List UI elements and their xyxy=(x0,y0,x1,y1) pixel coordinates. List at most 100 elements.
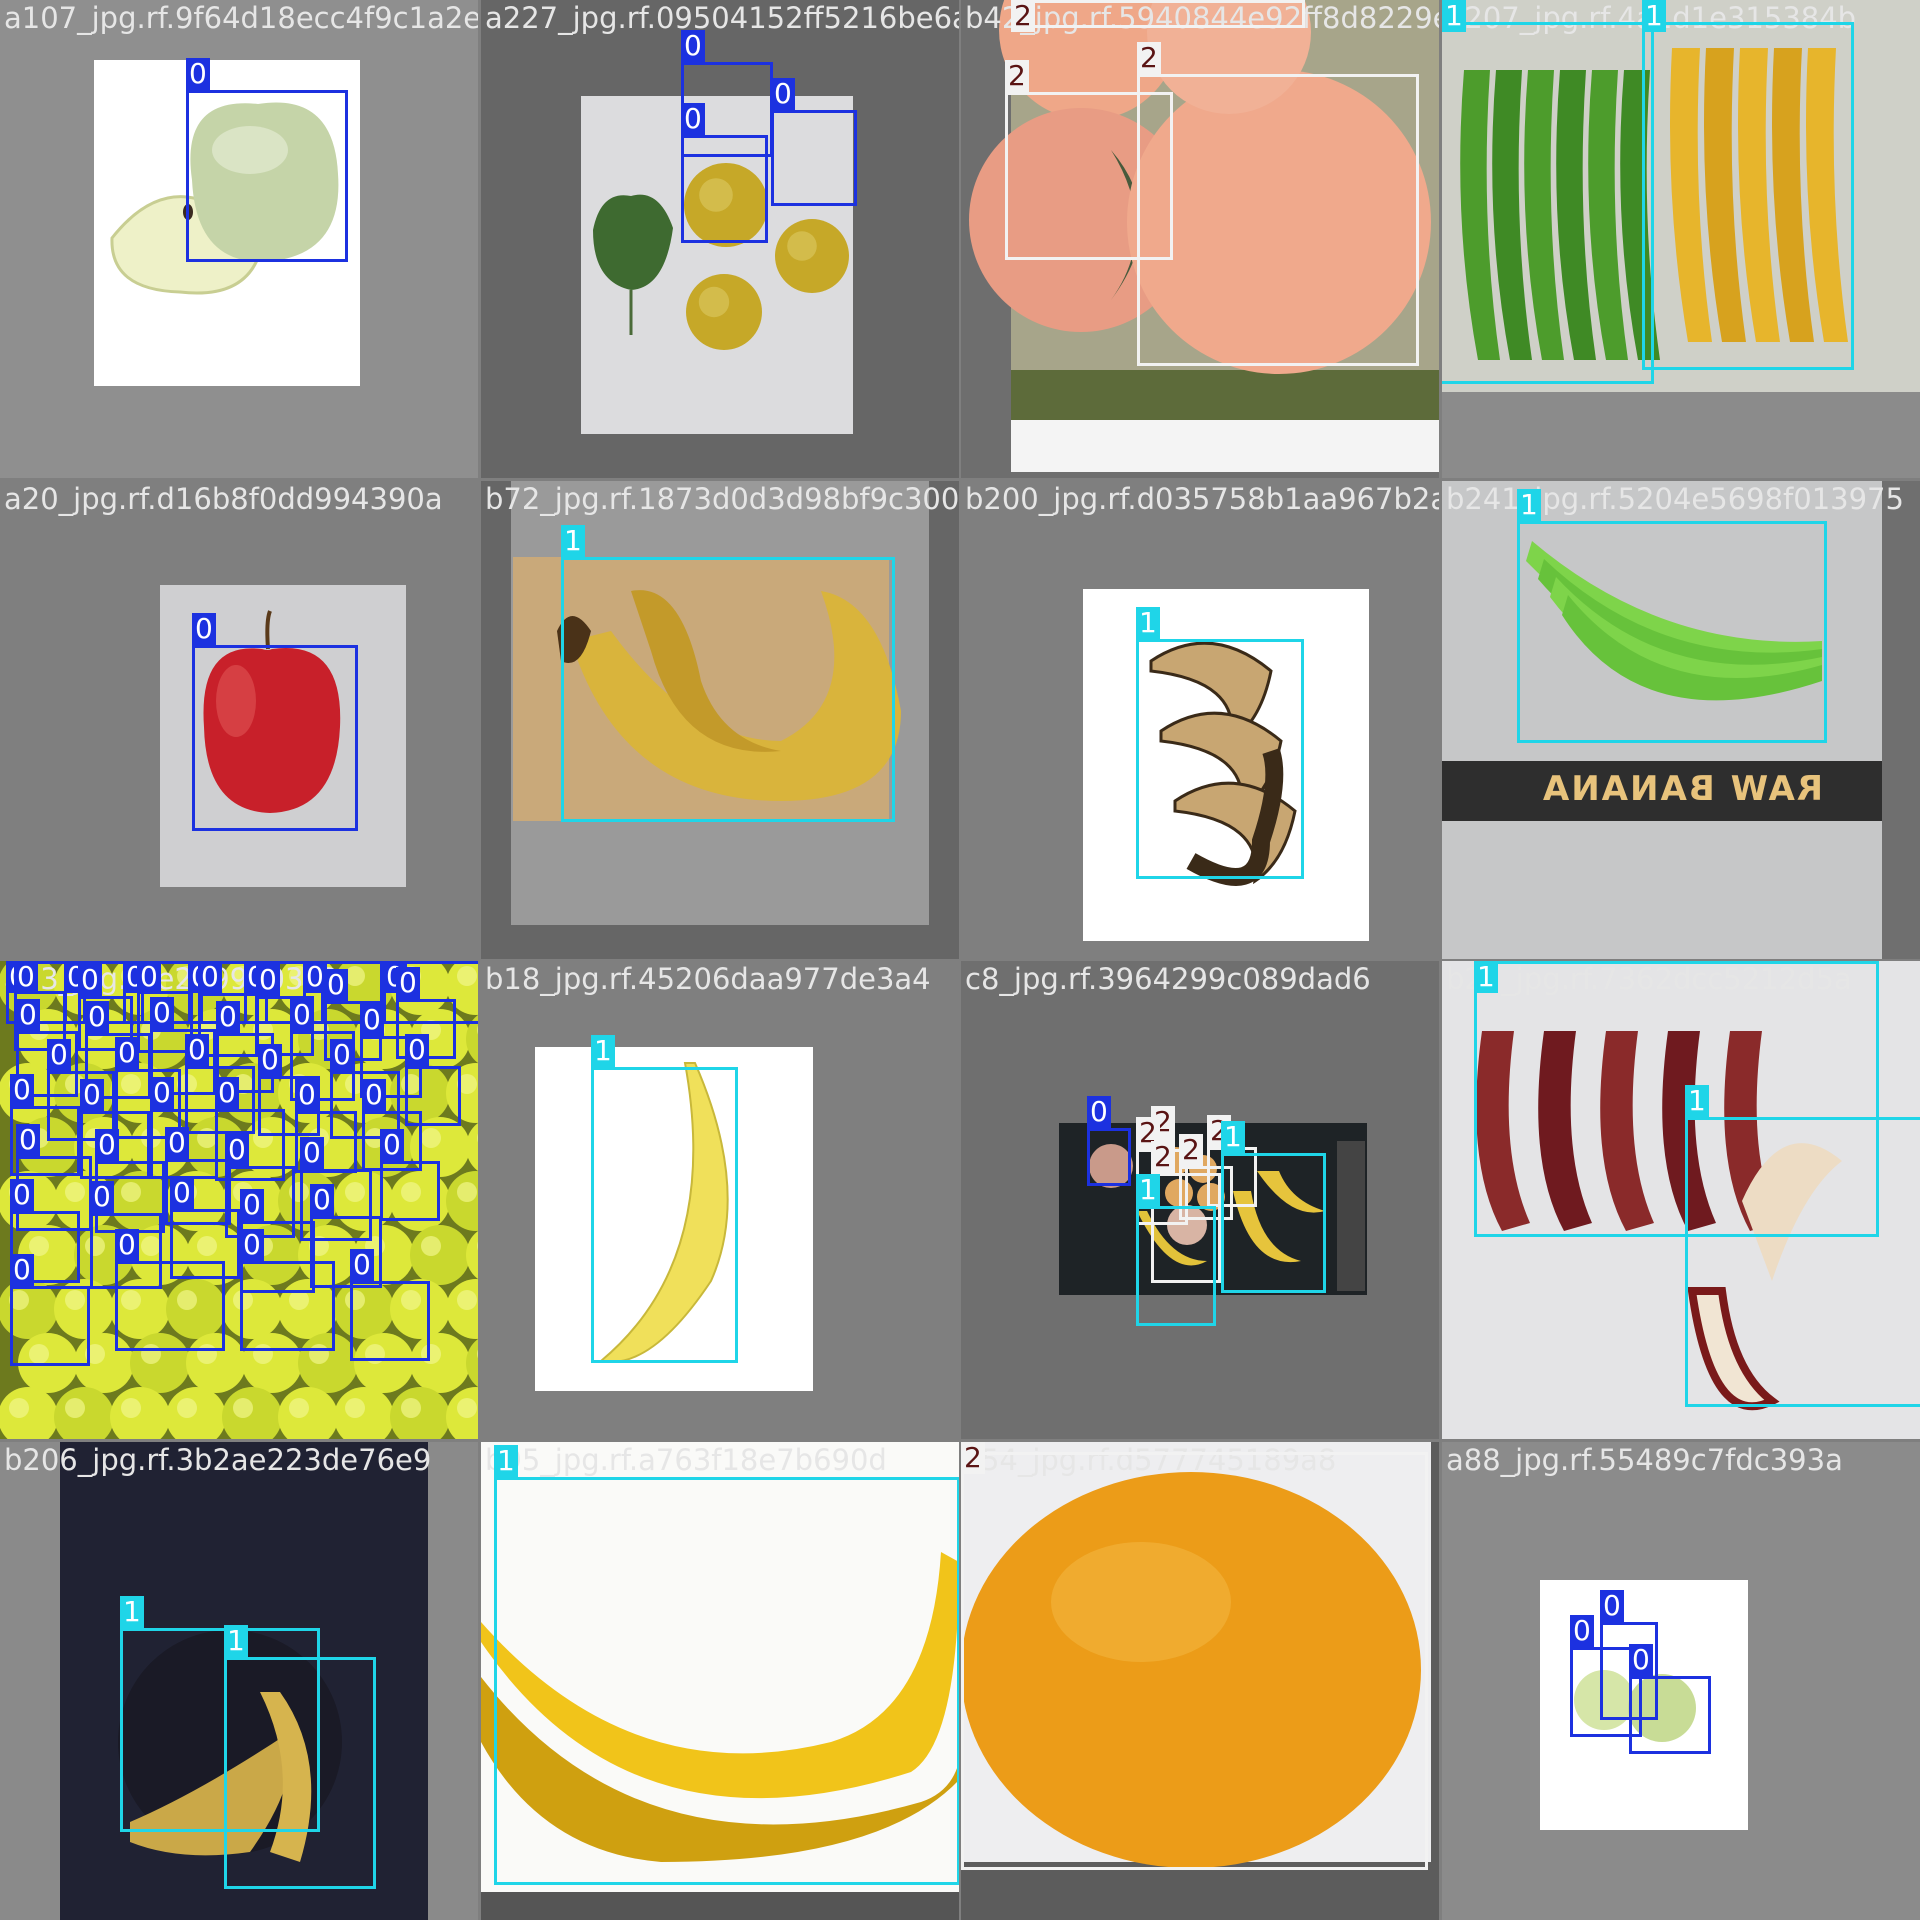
bbox-label: 0 xyxy=(380,1129,404,1161)
bbox-label: 1 xyxy=(591,1035,615,1067)
photo-sign-text: RAW BANANA xyxy=(1540,769,1824,809)
bbox-label: 0 xyxy=(1087,1096,1111,1128)
bbox-label: 0 xyxy=(290,999,314,1031)
bbox-class-1 xyxy=(494,1477,959,1885)
bbox-class-0 xyxy=(350,1281,430,1361)
bbox-label: 0 xyxy=(225,1134,249,1166)
bbox-label: 0 xyxy=(1570,1615,1594,1647)
mosaic-tile: c54_jpg.rf.d577745189a8 2 xyxy=(961,1442,1439,1920)
bbox-label: 0 xyxy=(681,30,705,62)
bbox-label: 0 xyxy=(78,964,102,996)
bbox-label: 0 xyxy=(240,1229,264,1261)
bbox-label: 0 xyxy=(216,1001,240,1033)
bbox-label: 0 xyxy=(350,1249,374,1281)
bbox-label: 0 xyxy=(258,1044,282,1076)
bbox-label: 0 xyxy=(240,1189,264,1221)
bbox-class-2 xyxy=(961,1452,1428,1870)
bbox-label: 1 xyxy=(561,525,585,557)
bbox-label: 1 xyxy=(1685,1085,1709,1117)
mosaic-tile: b42_jpg.rf.5940844e92ff8d8229e217222 xyxy=(961,0,1439,478)
bbox-label: 1 xyxy=(1136,607,1160,639)
bbox-class-0 xyxy=(1087,1128,1131,1186)
bbox-class-1 xyxy=(224,1657,376,1889)
bbox-label: 0 xyxy=(16,999,40,1031)
bbox-class-1 xyxy=(1685,1117,1920,1407)
bbox-label: 0 xyxy=(95,1129,119,1161)
bbox-label: 1 xyxy=(494,1445,518,1477)
bbox-label: 0 xyxy=(80,1079,104,1111)
bbox-label: 0 xyxy=(681,103,705,135)
mosaic-tile: b207_jpg.rf.4a1d1e315384b11 xyxy=(1442,0,1920,478)
bbox-class-0 xyxy=(10,1286,90,1366)
bbox-label: 2 xyxy=(961,1442,985,1474)
mosaic-tile: a53_jpg.rf.e2d99003c8 0 0 0 0 0 0 0 0 0 0 0 0 0 0 0 0 0 0 0… xyxy=(0,961,478,1439)
mosaic-tile: b200_jpg.rf.d035758b1aa967b2a1 1 xyxy=(961,481,1439,959)
mosaic-tile: a88_jpg.rf.55489c7fdc393a 0 0 0 xyxy=(1442,1442,1920,1920)
bbox-label: 0 xyxy=(198,961,222,993)
bbox-label: 1 xyxy=(224,1625,248,1657)
bbox-label: 0 xyxy=(185,1034,209,1066)
bbox-label: 0 xyxy=(192,613,216,645)
mosaic-tile: b18_jpg.rf.45206daa977de3a4 1 xyxy=(481,961,959,1439)
bbox-label: 0 xyxy=(405,1034,429,1066)
bbox-class-1 xyxy=(1221,1153,1326,1293)
bbox-class-2 xyxy=(1011,0,1305,28)
mosaic-tile: b95_jpg.rf.a763f18e7b690d 1 xyxy=(481,1442,959,1920)
bbox-label: 0 xyxy=(1600,1590,1624,1622)
bbox-class-1 xyxy=(1136,639,1304,879)
bbox-label: 0 xyxy=(295,1079,319,1111)
mosaic-tile: b27_jpg.rf.7362dcc5212d5a 1 1 xyxy=(1442,961,1920,1439)
mosaic-tile: b206_jpg.rf.3b2ae223de76e9 1 1 xyxy=(0,1442,478,1920)
bbox-label: 0 xyxy=(360,1004,384,1036)
bbox-class-0 xyxy=(771,110,857,206)
bbox-label: 0 xyxy=(137,961,161,993)
bbox-label: 0 xyxy=(16,1124,40,1156)
bbox-class-1 xyxy=(591,1067,738,1363)
bbox-class-0 xyxy=(240,1261,335,1351)
bbox-label: 1 xyxy=(1221,1121,1245,1153)
bbox-class-0 xyxy=(681,135,768,243)
bbox-label: 0 xyxy=(256,964,280,996)
bbox-label: 0 xyxy=(10,1254,34,1286)
bbox-label: 0 xyxy=(85,1001,109,1033)
bbox-label: 0 xyxy=(150,997,174,1029)
bbox-class-0 xyxy=(1629,1676,1711,1754)
mosaic-tile: a227_jpg.rf.09504152ff5216be6a6742000 xyxy=(481,0,959,478)
bbox-label: 0 xyxy=(90,1181,114,1213)
bbox-label: 0 xyxy=(186,58,210,90)
bbox-class-1 xyxy=(1136,1206,1216,1326)
bbox-label: 2 xyxy=(1005,60,1029,92)
bbox-label: 2 xyxy=(1151,1141,1175,1173)
mosaic-tile: a20_jpg.rf.d16b8f0dd994390a 0 xyxy=(0,481,478,959)
mosaic-tile: a107_jpg.rf.9f64d18ecc4f9c1a2e 0 xyxy=(0,0,478,478)
mosaic-grid: a107_jpg.rf.9f64d18ecc4f9c1a2e 0 a227_jpg.… xyxy=(0,0,1920,1920)
bbox-label: 2 xyxy=(1137,42,1161,74)
mosaic-tile: RAW BANANA b241_jpg.rf.5204e5698f013975 1 xyxy=(1442,481,1920,959)
bbox-class-1 xyxy=(1642,22,1854,370)
bbox-label: 0 xyxy=(14,961,38,993)
bbox-class-1 xyxy=(1517,521,1827,743)
bbox-label: 0 xyxy=(300,1137,324,1169)
bbox-label: 0 xyxy=(165,1127,189,1159)
bbox-label: 0 xyxy=(330,1039,354,1071)
bbox-label: 0 xyxy=(150,1077,174,1109)
bbox-class-0 xyxy=(192,645,358,831)
bbox-class-1 xyxy=(1442,22,1654,384)
bbox-class-2 xyxy=(1137,74,1419,366)
bbox-label: 0 xyxy=(115,1229,139,1261)
bbox-label: 1 xyxy=(1517,489,1541,521)
bbox-class-0 xyxy=(115,1261,225,1351)
mosaic-tile: b72_jpg.rf.1873d0d3d98bf9c300 1 xyxy=(481,481,959,959)
bbox-label: 0 xyxy=(170,1177,194,1209)
bbox-label: 0 xyxy=(1629,1644,1653,1676)
bbox-label: 0 xyxy=(215,1077,239,1109)
bbox-label: 0 xyxy=(771,78,795,110)
bbox-label: 0 xyxy=(47,1039,71,1071)
bbox-label: 0 xyxy=(324,969,348,1001)
bbox-class-0 xyxy=(186,90,348,262)
bbox-label: 0 xyxy=(310,1184,334,1216)
mosaic-tile: c8_jpg.rf.3964299c089dad6 0 2 2 2 2 2 1 1 xyxy=(961,961,1439,1439)
bbox-label: 0 xyxy=(10,1179,34,1211)
bbox-class-1 xyxy=(561,557,895,822)
bbox-label: 1 xyxy=(120,1596,144,1628)
